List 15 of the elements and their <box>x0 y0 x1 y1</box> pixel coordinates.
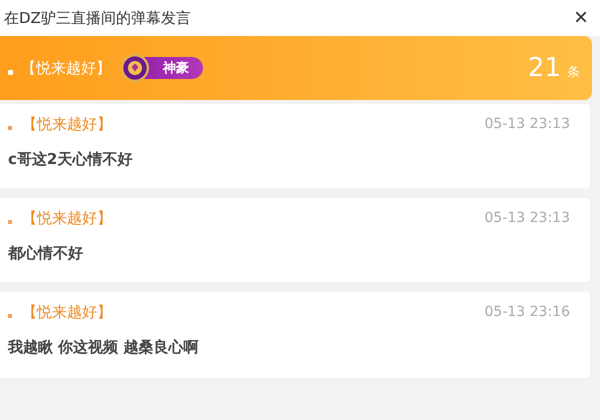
message-count: 21 <box>528 53 561 83</box>
user-name: 【悦来越好】 <box>22 302 112 322</box>
close-button[interactable]: × <box>570 6 592 30</box>
message-time: 05-13 23:13 <box>484 116 570 132</box>
message-text: 我越瞅 你这视频 越桑良心啊 <box>8 338 200 357</box>
message-time: 05-13 23:13 <box>484 210 570 226</box>
user-name: 【悦来越好】 <box>22 114 112 134</box>
message-text: 都心情不好 <box>8 244 84 263</box>
user-name: 【悦来越好】 <box>22 208 112 228</box>
message-text: c哥这2天心情不好 <box>8 150 134 169</box>
count-unit: 条 <box>567 64 580 81</box>
message-time: 05-13 23:16 <box>484 304 570 320</box>
window-title: 在DZ驴三直播间的弹幕发言 <box>4 8 191 28</box>
emblem-icon <box>121 54 149 82</box>
user-name: 【悦来越好】 <box>21 58 111 78</box>
